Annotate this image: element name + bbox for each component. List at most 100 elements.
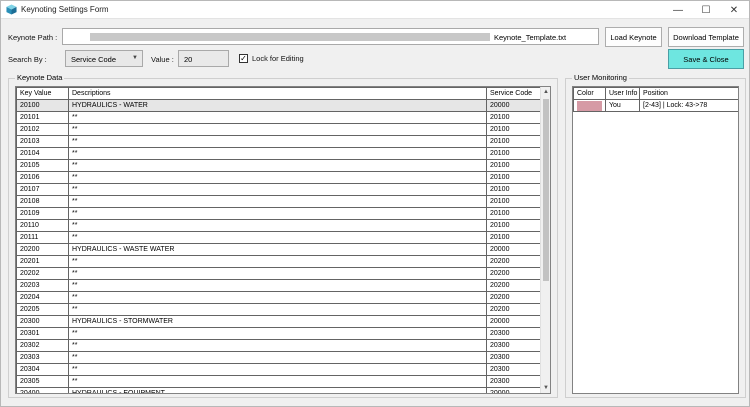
table-row[interactable]: 20301 ** 20300 — [16, 327, 543, 340]
cell-service-code[interactable]: 20200 — [486, 303, 543, 316]
cell-description[interactable]: ** — [68, 111, 487, 124]
cell-description[interactable]: ** — [68, 279, 487, 292]
table-row[interactable]: 20111 ** 20100 — [16, 231, 543, 244]
cell-description[interactable]: HYDRAULICS - STORMWATER — [68, 315, 487, 328]
close-button[interactable]: ✕ — [721, 1, 747, 19]
user-monitoring-grid[interactable]: Color User Info Position You [2-43] | Lo… — [572, 86, 739, 394]
cell-service-code[interactable]: 20100 — [486, 111, 543, 124]
table-row[interactable]: 20104 ** 20100 — [16, 147, 543, 160]
table-row[interactable]: 20106 ** 20100 — [16, 171, 543, 184]
cell-key-value[interactable]: 20200 — [16, 243, 69, 256]
cell-key-value[interactable]: 20105 — [16, 159, 69, 172]
cell-key-value[interactable]: 20300 — [16, 315, 69, 328]
cell-service-code[interactable]: 20100 — [486, 147, 543, 160]
cell-description[interactable]: ** — [68, 267, 487, 280]
cell-key-value[interactable]: 20101 — [16, 111, 69, 124]
cell-key-value[interactable]: 20305 — [16, 375, 69, 388]
cell-service-code[interactable]: 20200 — [486, 255, 543, 268]
table-row[interactable]: 20110 ** 20100 — [16, 219, 543, 232]
cell-description[interactable]: ** — [68, 327, 487, 340]
scroll-up-icon[interactable]: ▲ — [541, 87, 550, 97]
cell-key-value[interactable]: 20106 — [16, 171, 69, 184]
cell-key-value[interactable]: 20103 — [16, 135, 69, 148]
cell-key-value[interactable]: 20304 — [16, 363, 69, 376]
maximize-button[interactable]: ☐ — [693, 1, 719, 19]
cell-service-code[interactable]: 20000 — [486, 99, 543, 112]
value-input[interactable]: 20 — [178, 50, 229, 67]
table-row[interactable]: 20302 ** 20300 — [16, 339, 543, 352]
table-row[interactable]: 20400 HYDRAULICS - EQUIPMENT 20000 — [16, 387, 543, 393]
table-row[interactable]: 20109 ** 20100 — [16, 207, 543, 220]
cell-description[interactable]: ** — [68, 183, 487, 196]
cell-service-code[interactable]: 20000 — [486, 387, 543, 393]
cell-key-value[interactable]: 20302 — [16, 339, 69, 352]
cell-description[interactable]: ** — [68, 159, 487, 172]
table-row[interactable]: 20105 ** 20100 — [16, 159, 543, 172]
column-header-color[interactable]: Color — [573, 87, 606, 100]
cell-description[interactable]: ** — [68, 195, 487, 208]
cell-service-code[interactable]: 20100 — [486, 231, 543, 244]
minimize-button[interactable]: — — [665, 1, 691, 19]
cell-key-value[interactable]: 20400 — [16, 387, 69, 393]
cell-key-value[interactable]: 20109 — [16, 207, 69, 220]
cell-service-code[interactable]: 20100 — [486, 183, 543, 196]
cell-key-value[interactable]: 20104 — [16, 147, 69, 160]
column-header-position[interactable]: Position — [639, 87, 738, 100]
cell-key-value[interactable]: 20203 — [16, 279, 69, 292]
cell-description[interactable]: ** — [68, 171, 487, 184]
table-row[interactable]: 20201 ** 20200 — [16, 255, 543, 268]
cell-service-code[interactable]: 20300 — [486, 375, 543, 388]
table-row[interactable]: 20100 HYDRAULICS - WATER 20000 — [16, 99, 543, 112]
column-header-descriptions[interactable]: Descriptions — [68, 87, 487, 100]
title-bar[interactable]: Keynoting Settings Form — ☐ ✕ — [1, 1, 749, 19]
cell-description[interactable]: ** — [68, 255, 487, 268]
cell-key-value[interactable]: 20303 — [16, 351, 69, 364]
cell-description[interactable]: HYDRAULICS - EQUIPMENT — [68, 387, 487, 393]
table-row[interactable]: 20204 ** 20200 — [16, 291, 543, 304]
cell-key-value[interactable]: 20205 — [16, 303, 69, 316]
cell-description[interactable]: ** — [68, 207, 487, 220]
table-row[interactable]: 20304 ** 20300 — [16, 363, 543, 376]
cell-service-code[interactable]: 20300 — [486, 327, 543, 340]
cell-key-value[interactable]: 20301 — [16, 327, 69, 340]
table-row[interactable]: 20202 ** 20200 — [16, 267, 543, 280]
cell-description[interactable]: ** — [68, 219, 487, 232]
cell-description[interactable]: ** — [68, 351, 487, 364]
scrollbar-thumb[interactable] — [543, 99, 549, 281]
cell-key-value[interactable]: 20108 — [16, 195, 69, 208]
cell-service-code[interactable]: 20100 — [486, 195, 543, 208]
table-row[interactable]: 20303 ** 20300 — [16, 351, 543, 364]
cell-service-code[interactable]: 20100 — [486, 159, 543, 172]
cell-service-code[interactable]: 20200 — [486, 291, 543, 304]
cell-key-value[interactable]: 20100 — [16, 99, 69, 112]
table-row[interactable]: 20101 ** 20100 — [16, 111, 543, 124]
cell-key-value[interactable]: 20204 — [16, 291, 69, 304]
cell-description[interactable]: ** — [68, 375, 487, 388]
cell-key-value[interactable]: 20110 — [16, 219, 69, 232]
cell-service-code[interactable]: 20200 — [486, 267, 543, 280]
cell-service-code[interactable]: 20300 — [486, 351, 543, 364]
cell-service-code[interactable]: 20300 — [486, 339, 543, 352]
table-row[interactable]: 20108 ** 20100 — [16, 195, 543, 208]
cell-service-code[interactable]: 20100 — [486, 207, 543, 220]
cell-key-value[interactable]: 20102 — [16, 123, 69, 136]
table-row[interactable]: 20305 ** 20300 — [16, 375, 543, 388]
cell-key-value[interactable]: 20107 — [16, 183, 69, 196]
table-row[interactable]: 20103 ** 20100 — [16, 135, 543, 148]
table-row[interactable]: 20300 HYDRAULICS - STORMWATER 20000 — [16, 315, 543, 328]
cell-service-code[interactable]: 20000 — [486, 315, 543, 328]
table-row[interactable]: 20107 ** 20100 — [16, 183, 543, 196]
table-row[interactable]: 20200 HYDRAULICS - WASTE WATER 20000 — [16, 243, 543, 256]
keynote-data-grid[interactable]: Key Value Descriptions Service Code 2010… — [15, 86, 551, 394]
cell-service-code[interactable]: 20200 — [486, 279, 543, 292]
cell-service-code[interactable]: 20100 — [486, 171, 543, 184]
cell-description[interactable]: ** — [68, 135, 487, 148]
cell-description[interactable]: ** — [68, 291, 487, 304]
lock-editing-checkbox[interactable]: ✓ — [239, 54, 248, 63]
column-header-key-value[interactable]: Key Value — [16, 87, 69, 100]
cell-description[interactable]: ** — [68, 363, 487, 376]
cell-description[interactable]: ** — [68, 147, 487, 160]
cell-description[interactable]: ** — [68, 303, 487, 316]
cell-description[interactable]: ** — [68, 231, 487, 244]
cell-service-code[interactable]: 20100 — [486, 123, 543, 136]
